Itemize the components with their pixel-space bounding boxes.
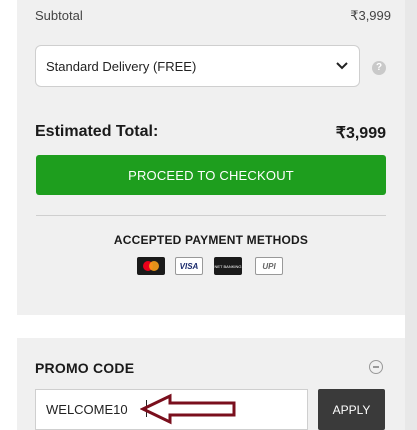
upi-icon: UPI bbox=[255, 257, 283, 275]
estimated-total-label: Estimated Total: bbox=[35, 123, 159, 140]
delivery-method-value: Standard Delivery (FREE) bbox=[46, 59, 197, 74]
apply-button[interactable]: APPLY bbox=[318, 389, 385, 430]
visa-icon: VISA bbox=[175, 257, 203, 275]
subtotal-row: Subtotal ₹3,999 bbox=[35, 8, 391, 28]
collapse-minus-icon[interactable] bbox=[369, 360, 383, 374]
payment-methods-title: ACCEPTED PAYMENT METHODS bbox=[113, 233, 309, 247]
estimated-total-value: ₹3,999 bbox=[335, 125, 386, 142]
net-banking-icon: NET BANKING bbox=[214, 257, 242, 275]
scrollbar-track[interactable] bbox=[405, 0, 417, 430]
promo-code-title: PROMO CODE bbox=[35, 360, 135, 376]
subtotal-label: Subtotal bbox=[35, 8, 83, 23]
question-circle-icon[interactable]: ? bbox=[372, 61, 386, 75]
order-summary-panel: Subtotal ₹3,999 Standard Delivery (FREE)… bbox=[17, 0, 405, 315]
proceed-to-checkout-button[interactable]: PROCEED TO CHECKOUT bbox=[36, 155, 386, 195]
estimated-total-row: Estimated Total: ₹3,999 bbox=[35, 123, 386, 145]
mastercard-icon bbox=[137, 257, 165, 275]
divider bbox=[36, 215, 386, 216]
payment-methods-icons: VISA NET BANKING UPI bbox=[137, 257, 287, 279]
delivery-method-select[interactable]: Standard Delivery (FREE) bbox=[35, 45, 360, 87]
chevron-down-icon bbox=[336, 62, 348, 70]
left-arrow-annotation-icon bbox=[140, 393, 236, 425]
subtotal-value: ₹3,999 bbox=[350, 8, 391, 23]
